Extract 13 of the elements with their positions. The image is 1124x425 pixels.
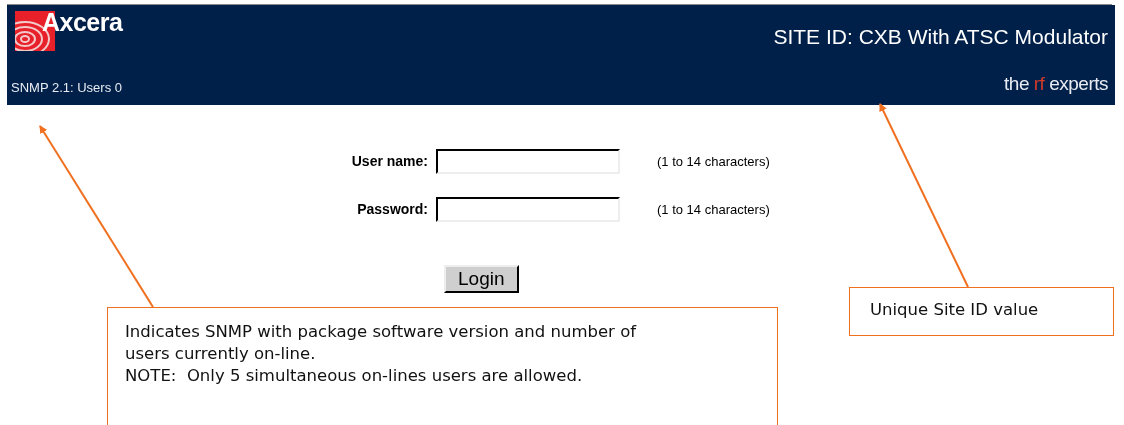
text-field[interactable] (436, 196, 620, 222)
hint-text: (1 to 14 characters) (657, 201, 770, 217)
callout-text: NOTE: Only 5 simultaneous on-lines users are allowed. (125, 364, 584, 387)
field-label: User name: (350, 153, 429, 169)
tagline-logo: the rf experts (1004, 73, 1108, 95)
login-button[interactable]: Login (444, 265, 519, 293)
text-field[interactable] (436, 148, 620, 174)
callout-text: Indicates SNMP with package software version and number of users currently on-line. (125, 321, 638, 365)
site-id-title: SITE ID: CXB With ATSC Modulator (773, 25, 1108, 49)
status-text: SNMP 2.1: Users 0 (11, 80, 123, 95)
callout-text: Unique Site ID value (870, 300, 1040, 319)
hint-text: (1 to 14 characters) (657, 153, 770, 169)
field-label: Password: (356, 201, 429, 217)
